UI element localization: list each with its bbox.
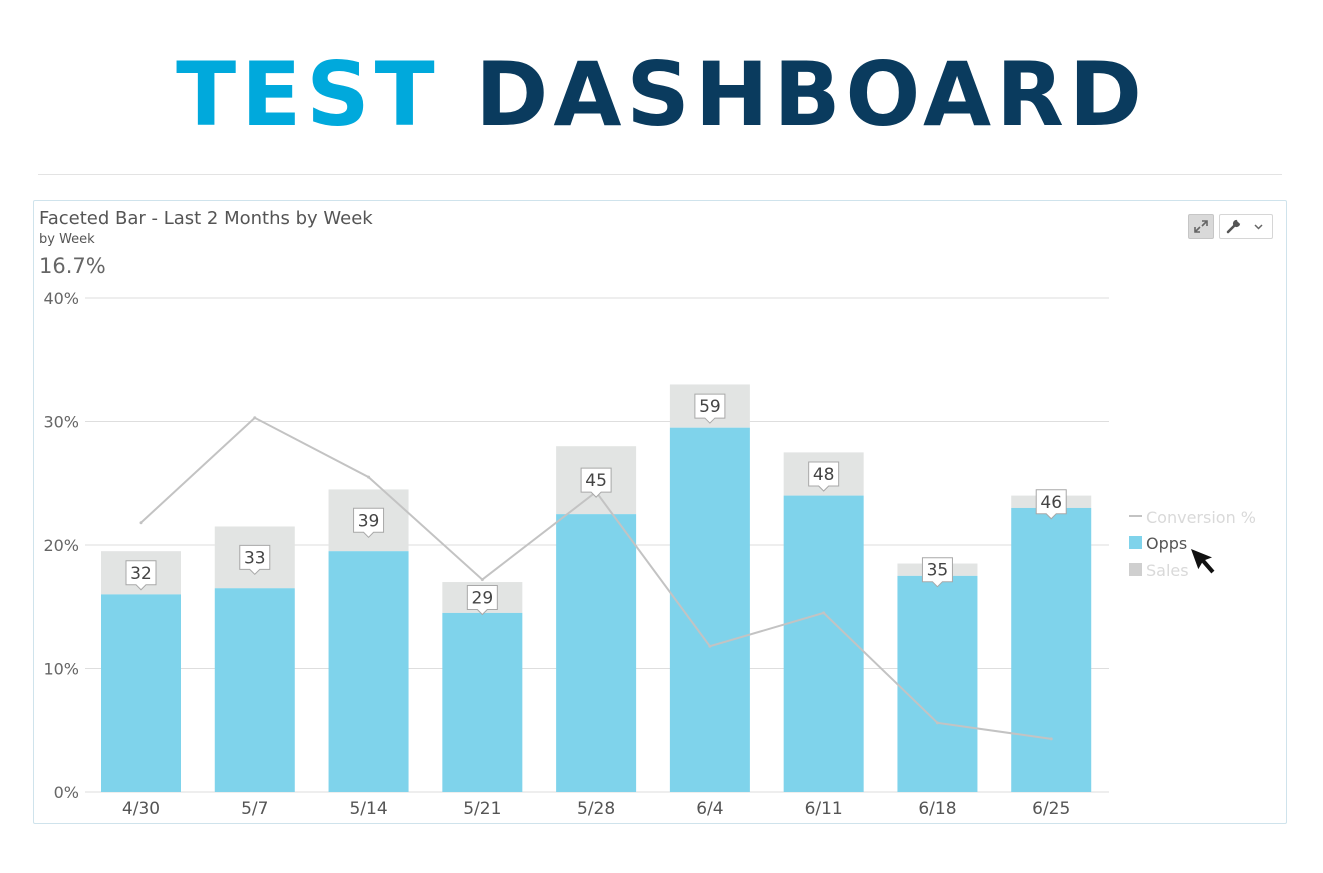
conversion-point — [708, 644, 712, 648]
mouse-cursor-icon — [1188, 546, 1217, 576]
x-tick-label: 4/30 — [122, 799, 160, 819]
legend-item-sales: Sales — [1146, 561, 1189, 580]
y-tick-label: 10% — [43, 660, 79, 679]
data-label: 45 — [585, 471, 607, 491]
y-tick-label: 0% — [54, 783, 79, 802]
data-label: 32 — [130, 564, 152, 584]
y-tick-label: 20% — [43, 536, 79, 555]
legend-swatch-sales — [1129, 563, 1142, 576]
data-label: 59 — [699, 397, 721, 417]
data-label: 39 — [358, 511, 380, 531]
conversion-point — [253, 416, 257, 420]
x-tick-label: 5/14 — [349, 799, 387, 819]
data-label: 29 — [472, 588, 494, 608]
x-tick-label: 6/4 — [696, 799, 723, 819]
y-tick-label: 40% — [43, 289, 79, 308]
data-label: 33 — [244, 548, 266, 568]
conversion-point — [935, 721, 939, 725]
conversion-point — [139, 521, 143, 525]
bar-opps[interactable] — [442, 612, 523, 792]
legend-item-conversion: Conversion % — [1146, 508, 1256, 527]
conversion-point — [367, 475, 371, 479]
x-tick-label: 5/28 — [577, 799, 615, 819]
conversion-point — [822, 611, 826, 615]
conversion-point — [480, 578, 484, 582]
bar-opps[interactable] — [783, 495, 864, 792]
legend-swatch-opps — [1129, 536, 1142, 549]
x-tick-label: 6/25 — [1032, 799, 1070, 819]
data-label: 46 — [1040, 493, 1062, 513]
bar-opps[interactable] — [101, 594, 181, 792]
chart-svg: 0% 10% 20% 30% 40% 32 33 39 29 45 59 48 35 46 4/30 5/7 5… — [43, 289, 1256, 819]
data-label: 35 — [927, 561, 949, 581]
legend-item-opps: Opps — [1146, 534, 1187, 553]
x-tick-label: 5/7 — [241, 799, 268, 819]
bar-opps[interactable] — [897, 575, 978, 792]
bar-opps[interactable] — [1011, 507, 1092, 792]
bar-opps[interactable] — [214, 588, 295, 792]
y-tick-label: 30% — [43, 413, 79, 432]
x-tick-label: 5/21 — [463, 799, 501, 819]
conversion-point — [1049, 737, 1053, 741]
data-label: 48 — [813, 465, 835, 485]
x-tick-label: 6/18 — [918, 799, 956, 819]
x-tick-label: 6/11 — [805, 799, 843, 819]
bar-opps[interactable] — [328, 551, 409, 792]
bar-opps[interactable] — [556, 514, 637, 792]
